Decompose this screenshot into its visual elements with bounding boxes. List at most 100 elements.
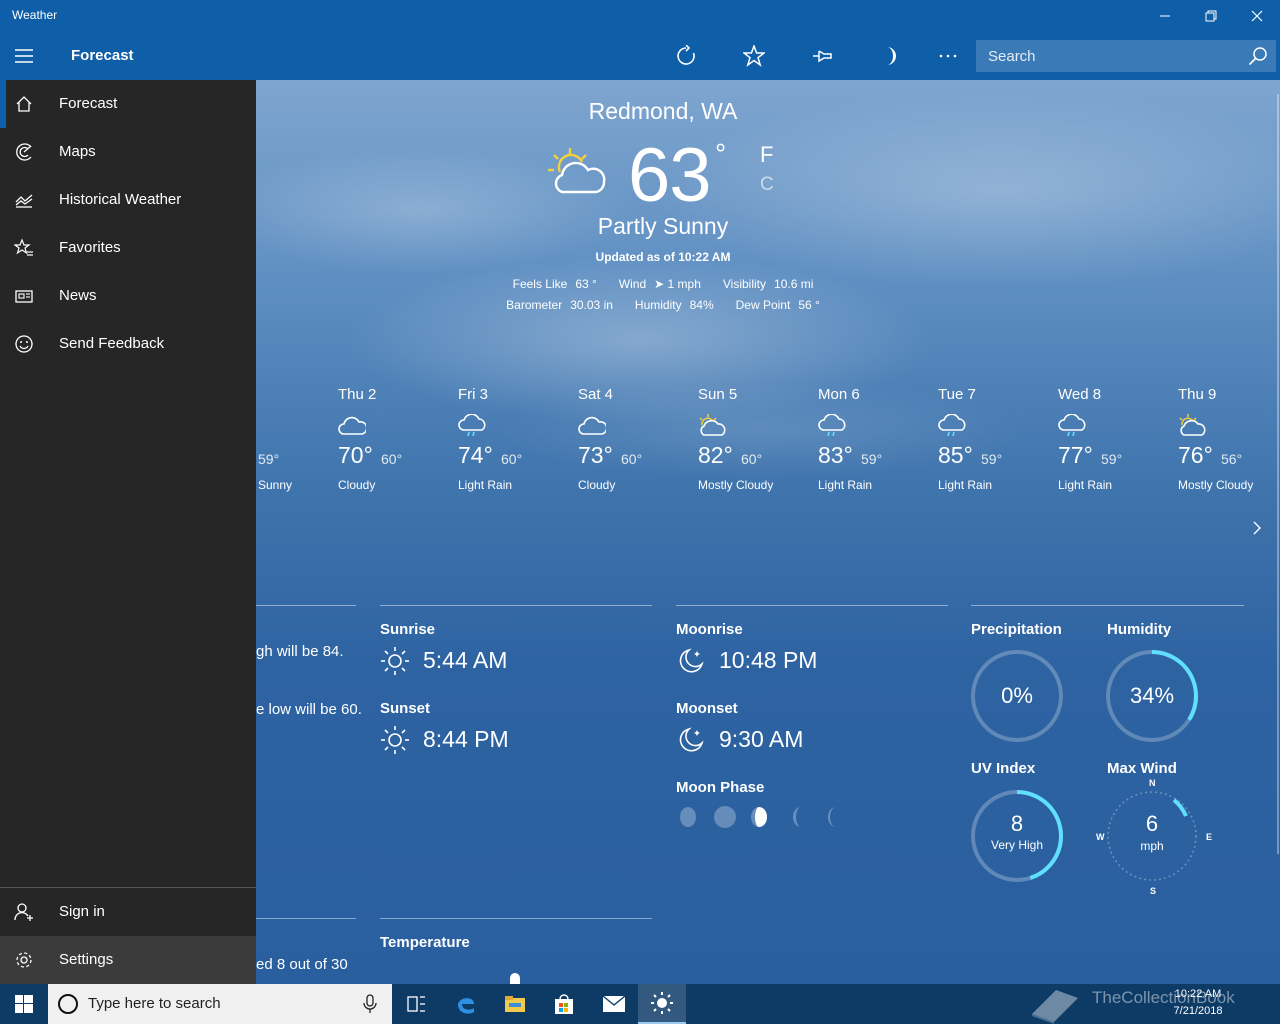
nav-item-send-feedback[interactable]: Send Feedback: [0, 320, 256, 368]
partly-sunny-icon: [548, 148, 606, 194]
person-icon: [14, 903, 33, 921]
day-card[interactable]: Mon 6 83° 59° Light Rain: [818, 384, 938, 494]
title-bar: Weather: [0, 0, 1280, 32]
max-wind-value: 6: [1145, 811, 1159, 836]
unit-celsius-toggle[interactable]: C: [760, 174, 774, 196]
mail-taskbar-button[interactable]: [590, 984, 638, 1024]
day-name: Thu 2: [338, 386, 377, 403]
rain-icon: [818, 414, 846, 436]
edge-taskbar-button[interactable]: [442, 984, 490, 1024]
refresh-button[interactable]: [662, 32, 710, 80]
moon-phase-new-icon: [714, 806, 736, 828]
nav-item-historical-weather[interactable]: Historical Weather: [0, 176, 256, 224]
file-explorer-icon: [505, 996, 525, 1012]
start-button[interactable]: [0, 984, 48, 1024]
day-card[interactable]: Thu 9 76° 56° Mostly Cloudy: [1178, 384, 1280, 494]
close-icon: [1251, 10, 1263, 22]
temperature-label: Temperature: [380, 934, 470, 951]
visibility-label: Visibility: [722, 277, 767, 291]
microphone-icon[interactable]: [362, 994, 378, 1014]
day-low: 56°: [1221, 451, 1243, 467]
compass-east: E: [1206, 832, 1213, 842]
sunset-icon: [381, 726, 409, 754]
minimize-button[interactable]: [1142, 0, 1188, 32]
day-name: Sun 5: [698, 386, 738, 403]
weather-taskbar-button[interactable]: [638, 984, 686, 1024]
suncloud-icon: [1179, 414, 1206, 436]
degree-symbol: °: [715, 138, 727, 169]
moonrise-icon: [679, 648, 704, 673]
day-card[interactable]: Thu 2 70° 60° Cloudy: [338, 384, 458, 494]
pin-button[interactable]: [798, 32, 846, 80]
day-card[interactable]: Tue 7 85° 59° Light Rain: [938, 384, 1058, 494]
nav-label: Historical Weather: [59, 191, 182, 208]
search-box[interactable]: [976, 40, 1276, 72]
taskbar-search-box[interactable]: Type here to search: [48, 984, 392, 1024]
search-input[interactable]: [976, 40, 1236, 72]
nav-label: Favorites: [59, 239, 121, 256]
task-view-button[interactable]: [392, 984, 440, 1024]
minimize-icon: [1160, 15, 1170, 17]
store-taskbar-button[interactable]: [540, 984, 588, 1024]
day-card[interactable]: Fri 3 74° 60° Light Rain: [458, 384, 578, 494]
daily-next-button[interactable]: [1252, 520, 1262, 541]
day-card[interactable]: Sat 4 73° 60° Cloudy: [578, 384, 698, 494]
daily-forecast-strip: 59° Sunny Thu 2 70° 60° Cloudy Fri 3 74° 60° Li…: [256, 384, 1280, 494]
watermark-book-logo: [1032, 990, 1078, 1024]
sunset-label: Sunset: [380, 700, 431, 717]
summary-line-3: ed 8 out of 30: [256, 956, 348, 973]
precipitation-label: Precipitation: [971, 621, 1062, 638]
nav-item-settings[interactable]: Settings: [0, 936, 256, 984]
selection-indicator: [0, 80, 6, 128]
day-condition: Light Rain: [938, 478, 993, 492]
visibility-value: 10.6 mi: [774, 277, 814, 291]
restore-button[interactable]: [1188, 0, 1234, 32]
window-title: Weather: [12, 8, 58, 22]
barometer-label: Barometer: [506, 298, 563, 312]
file-explorer-taskbar-button[interactable]: [491, 984, 539, 1024]
nav-item-favorites[interactable]: Favorites: [0, 224, 256, 272]
theme-toggle-button[interactable]: [866, 32, 914, 80]
nav-label: Send Feedback: [59, 335, 165, 352]
store-icon: [555, 994, 573, 1014]
close-button[interactable]: [1234, 0, 1280, 32]
nav-item-news[interactable]: News: [0, 272, 256, 320]
sunrise-time: 5:44 AM: [423, 647, 508, 673]
day-condition: Light Rain: [1058, 478, 1113, 492]
day-card[interactable]: Sun 5 82° 60° Mostly Cloudy: [698, 384, 818, 494]
moon-theme-icon: [887, 47, 896, 65]
nav-item-sign-in[interactable]: Sign in: [0, 888, 256, 936]
moonset-label: Moonset: [676, 700, 738, 717]
clock-date[interactable]: 7/21/2018: [1164, 1005, 1232, 1017]
day-high: 85°: [938, 442, 973, 468]
nav-item-forecast[interactable]: Forecast: [0, 80, 256, 128]
radar-icon: [16, 143, 32, 161]
uv-index-description: Very High: [990, 838, 1044, 852]
rain-icon: [1058, 414, 1086, 436]
humidity-metric-label: Humidity: [1107, 621, 1172, 638]
day-name: Thu 9: [1178, 386, 1217, 403]
summary-line-1: gh will be 84.: [256, 643, 344, 660]
app-bar: Forecast: [0, 32, 1280, 80]
moon-phase-waning-icon: [680, 807, 696, 827]
wind-label: Wind: [618, 277, 647, 291]
precipitation-value: 0%: [1001, 683, 1033, 708]
edge-icon: [458, 998, 474, 1014]
day-condition: Light Rain: [818, 478, 873, 492]
sunrise-icon: [381, 647, 409, 675]
more-icon: [939, 54, 957, 58]
clock-time[interactable]: 10:22 AM: [1168, 988, 1228, 1000]
more-options-button[interactable]: [924, 32, 972, 80]
nav-item-maps[interactable]: Maps: [0, 128, 256, 176]
nav-label: News: [59, 287, 97, 304]
day-low: 59°: [1101, 451, 1123, 467]
hamburger-menu-button[interactable]: [0, 32, 48, 80]
search-icon[interactable]: [1248, 46, 1268, 66]
favorite-button[interactable]: [730, 32, 778, 80]
day-high: 74°: [458, 442, 493, 468]
day-card[interactable]: Wed 8 77° 59° Light Rain: [1058, 384, 1178, 494]
unit-fahrenheit-toggle[interactable]: F: [760, 142, 773, 168]
taskbar: Type here to search TheCollectionBook 10…: [0, 984, 1280, 1024]
chart-icon: [15, 194, 33, 208]
moonset-time: 9:30 AM: [719, 726, 804, 752]
